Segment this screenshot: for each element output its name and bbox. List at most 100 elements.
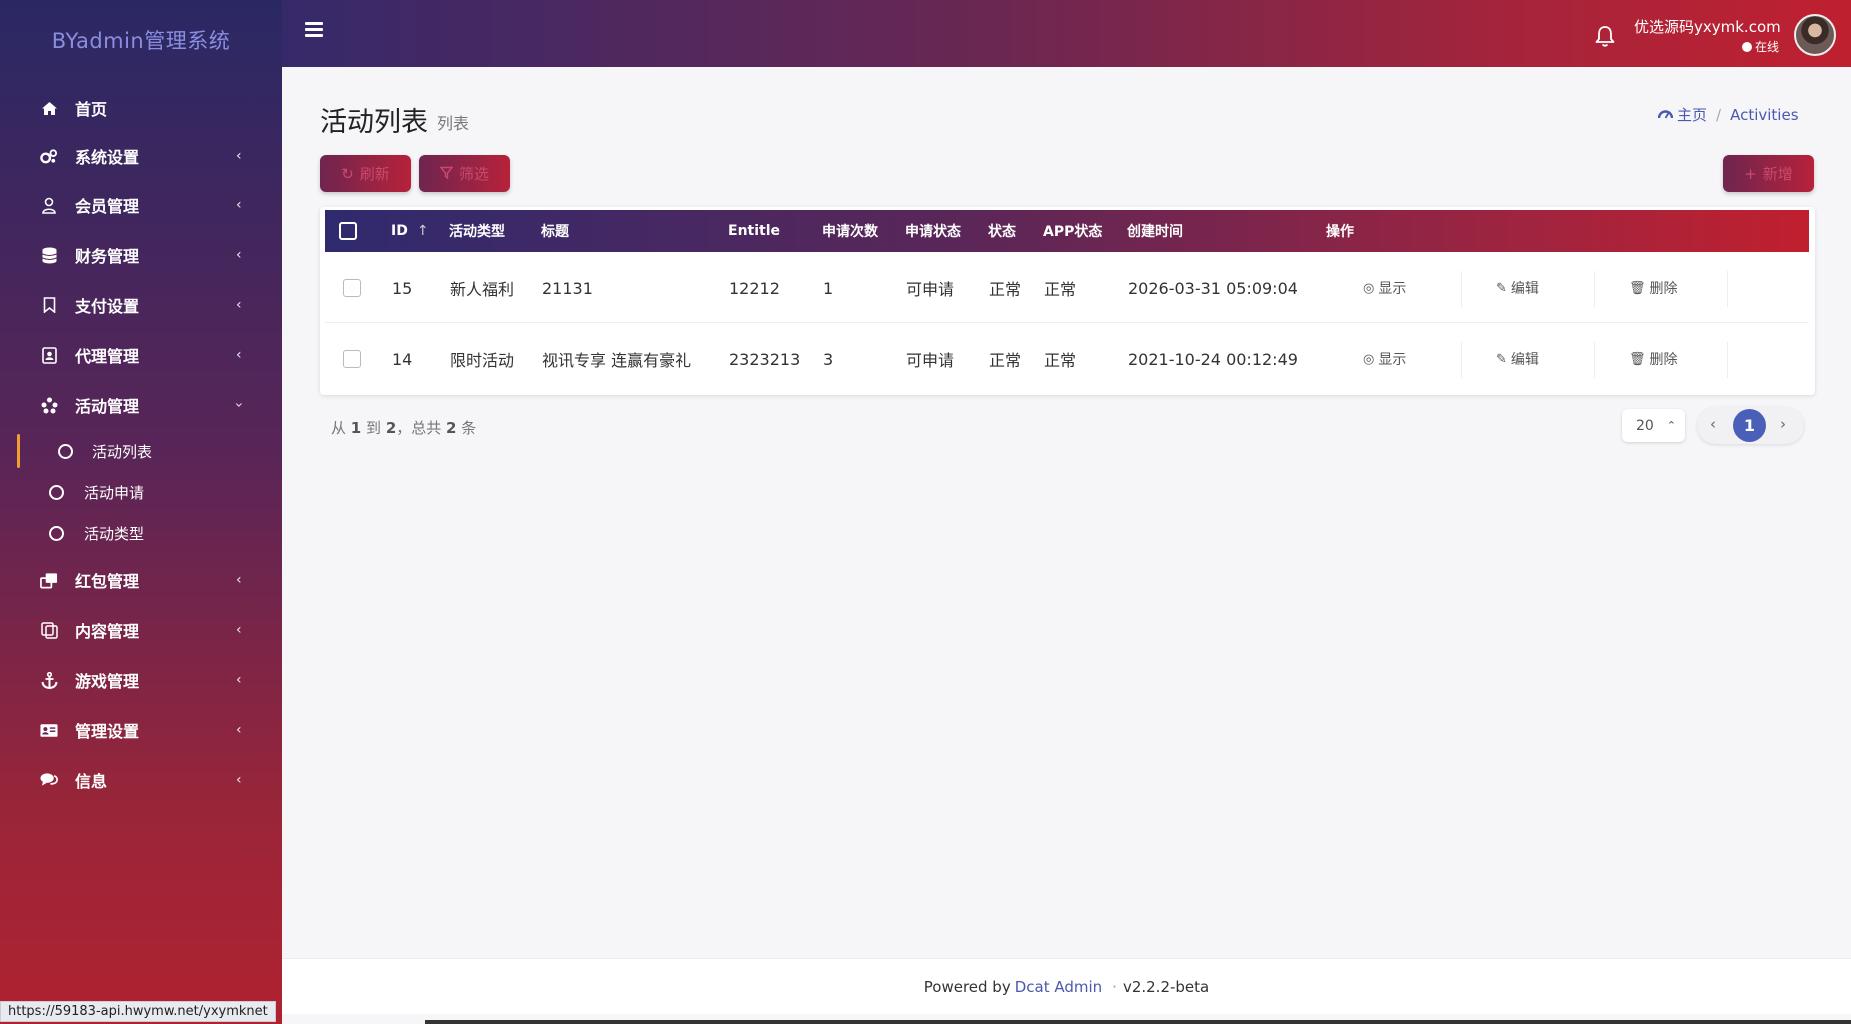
- sidebar-item-content[interactable]: 内容管理 ‹: [0, 610, 282, 650]
- create-button[interactable]: + 新增: [1723, 155, 1814, 192]
- pagination: ‹ 1 ›: [1697, 407, 1804, 444]
- trash-icon: 🗑︎: [1629, 280, 1646, 296]
- pagination-summary: 从 1 到 2，总共 2 条: [331, 417, 476, 438]
- cell-status: 正常: [989, 351, 1022, 370]
- delete-action-label: 删除: [1649, 281, 1678, 297]
- avatar[interactable]: [1794, 14, 1836, 56]
- bell-icon[interactable]: [1594, 24, 1616, 48]
- user-name[interactable]: 优选源码yxymk.com: [1634, 16, 1781, 37]
- eye-icon: ◎: [1363, 280, 1375, 296]
- cell-entitle: 12212: [729, 278, 780, 298]
- footer-version: v2.2.2-beta: [1122, 977, 1210, 996]
- column-header-status: 状态: [988, 224, 1016, 240]
- select-all-checkbox[interactable]: [339, 222, 357, 240]
- comments-icon: [40, 771, 58, 789]
- view-action[interactable]: ◎ 显示: [1363, 324, 1406, 394]
- row-checkbox[interactable]: [343, 279, 361, 297]
- column-header-apply-count: 申请次数: [822, 224, 878, 240]
- circle-icon: [49, 525, 64, 541]
- cell-app-status: 正常: [1044, 351, 1077, 370]
- sidebar-subitem-activity-types[interactable]: 活动类型: [0, 516, 282, 550]
- sidebar-item-payment[interactable]: 支付设置 ‹: [0, 285, 282, 325]
- chevron-left-icon: ‹: [236, 622, 242, 638]
- sidebar-item-label: 红包管理: [75, 572, 140, 591]
- table-row: 14 限时活动 视讯专享 连赢有豪礼 2323213 3 可申请 正常 正常 2…: [325, 324, 1809, 394]
- sidebar-item-admin-settings[interactable]: 管理设置 ‹: [0, 710, 282, 750]
- chevron-left-icon: ‹: [236, 347, 242, 363]
- per-page-select[interactable]: 20 ⌃: [1622, 409, 1685, 442]
- sidebar-item-system-settings[interactable]: 系统设置 ‹: [0, 136, 282, 176]
- row-checkbox[interactable]: [343, 350, 361, 368]
- edit-action[interactable]: ✎ 编辑: [1496, 253, 1539, 323]
- next-page-icon[interactable]: ›: [1780, 415, 1786, 433]
- sidebar-item-messages[interactable]: 信息 ‹: [0, 760, 282, 800]
- summary-from: 从: [331, 419, 347, 437]
- sidebar-subitem-activity-applications[interactable]: 活动申请: [0, 475, 282, 509]
- sidebar-item-label: 信息: [75, 772, 108, 791]
- table-row: 15 新人福利 21131 12212 1 可申请 正常 正常 2026-03-…: [325, 253, 1809, 323]
- cell-entitle: 2323213: [729, 349, 801, 369]
- view-action[interactable]: ◎ 显示: [1363, 253, 1406, 323]
- user-icon: [40, 196, 58, 214]
- cell-created-at: 2026-03-31 05:09:04: [1128, 278, 1298, 298]
- chevron-left-icon: ‹: [236, 572, 242, 588]
- breadcrumb: 主页 / Activities: [1657, 104, 1799, 125]
- prev-page-icon[interactable]: ‹: [1710, 415, 1716, 433]
- brand-logo[interactable]: BYadmin管理系统: [0, 25, 282, 55]
- per-page-value: 20: [1636, 417, 1654, 434]
- cell-app-status: 正常: [1044, 280, 1077, 299]
- column-header-entitle: Entitle: [728, 223, 781, 239]
- page-current[interactable]: 1: [1733, 409, 1766, 442]
- cell-apply-status: 可申请: [906, 351, 955, 370]
- divider: [1727, 342, 1728, 378]
- column-header-label: ID: [391, 223, 408, 239]
- sidebar-item-activities[interactable]: 活动管理 ‹: [0, 385, 282, 425]
- sidebar-item-games[interactable]: 游戏管理 ‹: [0, 660, 282, 700]
- sidebar: BYadmin管理系统 首页 系统设置 ‹ 会员管理 ‹ 财务管理 ‹ 支付设置…: [0, 0, 282, 1024]
- sidebar-item-agents[interactable]: 代理管理 ‹: [0, 335, 282, 375]
- filter-button[interactable]: 筛选: [419, 155, 510, 192]
- sidebar-item-label: 内容管理: [75, 622, 140, 641]
- edit-action-label: 编辑: [1510, 352, 1539, 368]
- cell-status: 正常: [989, 280, 1022, 299]
- plus-icon: +: [1744, 164, 1757, 183]
- create-button-label: 新增: [1762, 165, 1793, 183]
- browser-status-url: https://59183-api.hwymw.net/yxymknet: [0, 1001, 276, 1022]
- chevron-down-icon: ‹: [230, 402, 247, 408]
- delete-action[interactable]: 🗑︎ 删除: [1629, 324, 1678, 394]
- sidebar-item-members[interactable]: 会员管理 ‹: [0, 185, 282, 225]
- summary-unit: 条: [461, 419, 477, 437]
- footer-powered: Powered by: [923, 977, 1011, 996]
- footer-link[interactable]: Dcat Admin: [1015, 978, 1102, 996]
- menu-toggle-icon[interactable]: [305, 22, 323, 38]
- summary-total-label: ，总共: [396, 419, 442, 437]
- sort-ascending-icon[interactable]: ↑: [417, 223, 429, 239]
- pencil-icon: ✎: [1496, 351, 1507, 367]
- footer-separator: ·: [1112, 977, 1117, 996]
- edit-action[interactable]: ✎ 编辑: [1496, 324, 1539, 394]
- divider: [1594, 271, 1595, 307]
- cell-type: 新人福利: [450, 280, 515, 299]
- chevron-left-icon: ‹: [236, 772, 242, 788]
- edit-action-label: 编辑: [1510, 281, 1539, 297]
- breadcrumb-home[interactable]: 主页: [1677, 104, 1707, 125]
- cell-apply-count: 3: [823, 349, 834, 369]
- online-status: 在线: [1742, 38, 1779, 55]
- page-subtitle: 列表: [437, 114, 470, 133]
- column-header-id[interactable]: ID ↑: [391, 210, 429, 252]
- cell-title: 21131: [542, 278, 593, 298]
- sidebar-item-home[interactable]: 首页: [0, 88, 282, 128]
- sidebar-item-red-packets[interactable]: 红包管理 ‹: [0, 560, 282, 600]
- sidebar-subitem-label: 活动列表: [92, 442, 153, 461]
- delete-action[interactable]: 🗑︎ 删除: [1629, 253, 1678, 323]
- dashboard-icon: [1657, 106, 1674, 124]
- sidebar-item-label: 财务管理: [75, 247, 140, 266]
- sidebar-item-finance[interactable]: 财务管理 ‹: [0, 235, 282, 275]
- cell-id: 15: [392, 278, 413, 298]
- asterisk-icon: [40, 396, 58, 414]
- data-table: ID ↑ 活动类型 标题 Entitle 申请次数 申请状态 状态 APP状态 …: [320, 207, 1815, 395]
- divider: [1594, 342, 1595, 378]
- refresh-button[interactable]: ↻ 刷新: [320, 155, 411, 192]
- sidebar-subitem-activity-list[interactable]: 活动列表: [0, 434, 282, 468]
- gears-icon: [40, 147, 58, 165]
